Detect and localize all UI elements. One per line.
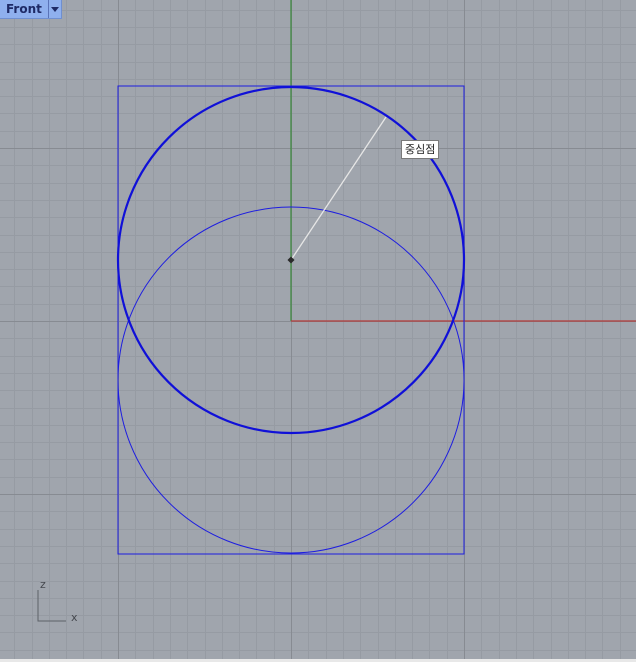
chevron-down-icon[interactable] (47, 0, 61, 18)
osnap-tooltip: 중심점 (401, 140, 440, 159)
grid-major (0, 0, 636, 662)
axis-icon (37, 590, 66, 622)
viewport-name[interactable]: Front (0, 0, 48, 18)
snap-tracking-line (290, 116, 387, 261)
viewport-title-tab[interactable]: Front (0, 0, 62, 19)
center-point-icon (287, 256, 295, 264)
grid-minor (0, 0, 636, 662)
axis-label-x: x (71, 611, 78, 624)
viewport-canvas[interactable] (0, 0, 636, 662)
axis-label-z: z (40, 578, 46, 591)
front-viewport[interactable]: Front 중심점 z x (0, 0, 636, 662)
